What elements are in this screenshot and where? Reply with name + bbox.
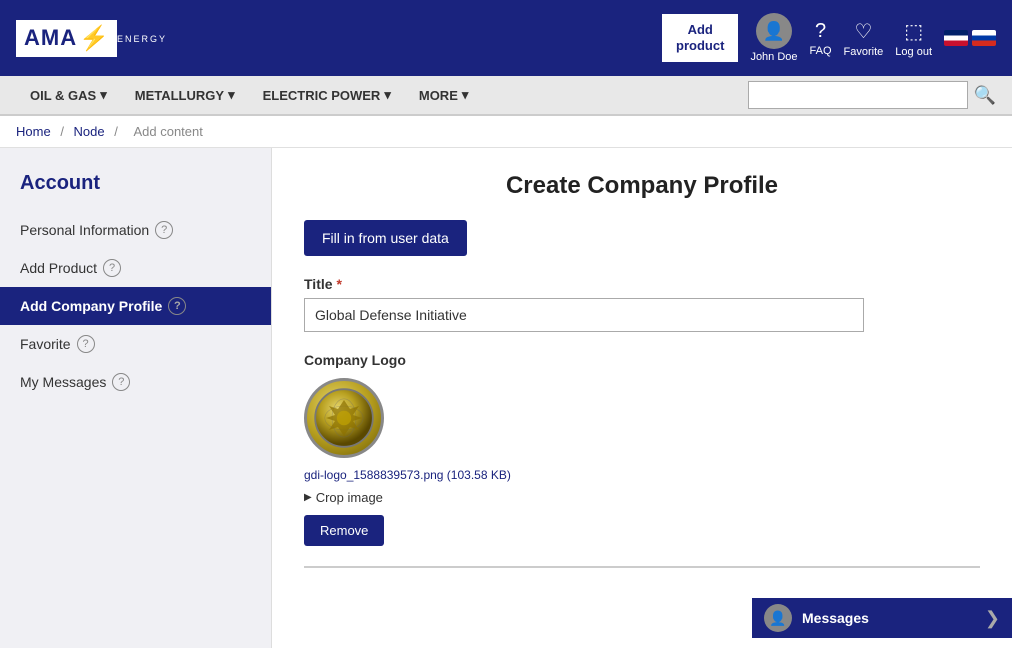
nav-oil-gas-arrow-icon: ▾: [100, 87, 107, 103]
sidebar-item-add-product[interactable]: Add Product ?: [0, 249, 271, 287]
search-icon: 🔍: [974, 85, 996, 105]
faq-button[interactable]: ? FAQ: [810, 20, 832, 57]
nav-metallurgy[interactable]: METALLURGY ▾: [121, 76, 249, 114]
add-company-profile-help-icon[interactable]: ?: [168, 297, 186, 315]
question-icon: ?: [815, 20, 826, 43]
nav-metallurgy-arrow-icon: ▾: [228, 87, 235, 103]
messages-label: Messages: [802, 610, 869, 626]
logo-preview: [304, 378, 384, 458]
fill-from-user-data-button[interactable]: Fill in from user data: [304, 220, 467, 256]
logo-sub-wrap: ENERGY: [117, 32, 167, 44]
remove-button[interactable]: Remove: [304, 515, 384, 546]
sidebar-item-add-company-profile[interactable]: Add Company Profile ?: [0, 287, 271, 325]
heart-icon: ♡: [854, 19, 872, 44]
sidebar-my-messages-label: My Messages: [20, 374, 106, 390]
title-label-text: Title: [304, 276, 333, 292]
nav-more-label: MORE: [419, 88, 458, 103]
favorite-label: Favorite: [844, 46, 884, 58]
logout-label: Log out: [895, 46, 932, 58]
sidebar-item-personal-information[interactable]: Personal Information ?: [0, 211, 271, 249]
favorite-help-icon[interactable]: ?: [77, 335, 95, 353]
nav-electric-power[interactable]: ELECTRIC POWER ▾: [249, 76, 405, 114]
breadcrumb-sep1: /: [60, 124, 67, 139]
nav-metallurgy-label: METALLURGY: [135, 88, 224, 103]
breadcrumb-home[interactable]: Home: [16, 124, 51, 139]
nav-electric-power-arrow-icon: ▾: [384, 87, 391, 103]
crop-image-toggle[interactable]: ▶ Crop image: [304, 490, 980, 505]
my-messages-help-icon[interactable]: ?: [112, 373, 130, 391]
content-area: Create Company Profile Fill in from user…: [272, 148, 1012, 648]
breadcrumb: Home / Node / Add content: [0, 116, 1012, 148]
header-right: Addproduct 👤 John Doe ? FAQ ♡ Favorite ⬚…: [662, 13, 996, 63]
sidebar-add-product-label: Add Product: [20, 260, 97, 276]
faq-label: FAQ: [810, 45, 832, 57]
nav-more[interactable]: MORE ▾: [405, 76, 483, 114]
main-wrap: Account Personal Information ? Add Produ…: [0, 148, 1012, 648]
language-flags[interactable]: [944, 30, 996, 46]
logout-button[interactable]: ⬚ Log out: [895, 19, 932, 58]
logo-text: AMA: [24, 25, 77, 51]
navbar: OIL & GAS ▾ METALLURGY ▾ ELECTRIC POWER …: [0, 76, 1012, 116]
sidebar: Account Personal Information ? Add Produ…: [0, 148, 272, 648]
search-area: 🔍: [748, 81, 996, 109]
sidebar-add-company-profile-label: Add Company Profile: [20, 298, 162, 314]
personal-information-help-icon[interactable]: ?: [155, 221, 173, 239]
messages-float[interactable]: 👤 Messages ❯: [752, 598, 1012, 638]
header: AMA ⚡ ENERGY Addproduct 👤 John Doe ? FAQ…: [0, 0, 1012, 76]
required-marker: *: [337, 276, 342, 292]
user-profile-button[interactable]: 👤 John Doe: [750, 13, 797, 63]
messages-avatar: 👤: [764, 604, 792, 632]
add-product-help-icon[interactable]: ?: [103, 259, 121, 277]
flag-en-icon[interactable]: [944, 30, 968, 46]
title-input[interactable]: [304, 298, 864, 332]
logout-icon: ⬚: [904, 19, 923, 44]
section-divider: [304, 566, 980, 578]
logo-box: AMA ⚡: [16, 20, 117, 57]
nav-oil-gas-label: OIL & GAS: [30, 88, 96, 103]
search-button[interactable]: 🔍: [974, 85, 996, 106]
breadcrumb-current: Add content: [133, 124, 202, 139]
add-product-button[interactable]: Addproduct: [662, 14, 738, 61]
breadcrumb-node[interactable]: Node: [74, 124, 105, 139]
nav-more-arrow-icon: ▾: [462, 87, 469, 103]
crop-toggle-arrow-icon: ▶: [304, 492, 312, 503]
crop-image-label: Crop image: [316, 490, 383, 505]
messages-expand-icon: ❯: [985, 608, 1000, 629]
page-title: Create Company Profile: [304, 172, 980, 200]
logo-image: [314, 388, 374, 448]
sidebar-item-my-messages[interactable]: My Messages ?: [0, 363, 271, 401]
sidebar-title: Account: [0, 164, 271, 211]
sidebar-personal-information-label: Personal Information: [20, 222, 149, 238]
sidebar-item-favorite[interactable]: Favorite ?: [0, 325, 271, 363]
logo-area: AMA ⚡ ENERGY: [16, 20, 167, 57]
nav-oil-gas[interactable]: OIL & GAS ▾: [16, 76, 121, 114]
logo-sub: ENERGY: [117, 34, 167, 44]
flag-ru-icon[interactable]: [972, 30, 996, 46]
logo-lightning-icon: ⚡: [79, 24, 109, 53]
file-info: gdi-logo_1588839573.png (103.58 KB): [304, 468, 980, 482]
company-logo-label: Company Logo: [304, 352, 980, 368]
nav-electric-power-label: ELECTRIC POWER: [263, 88, 381, 103]
title-label: Title *: [304, 276, 980, 292]
search-input[interactable]: [748, 81, 968, 109]
user-name: John Doe: [750, 51, 797, 63]
sidebar-favorite-label: Favorite: [20, 336, 71, 352]
favorite-button[interactable]: ♡ Favorite: [844, 19, 884, 58]
breadcrumb-sep2: /: [114, 124, 121, 139]
avatar: 👤: [756, 13, 792, 49]
